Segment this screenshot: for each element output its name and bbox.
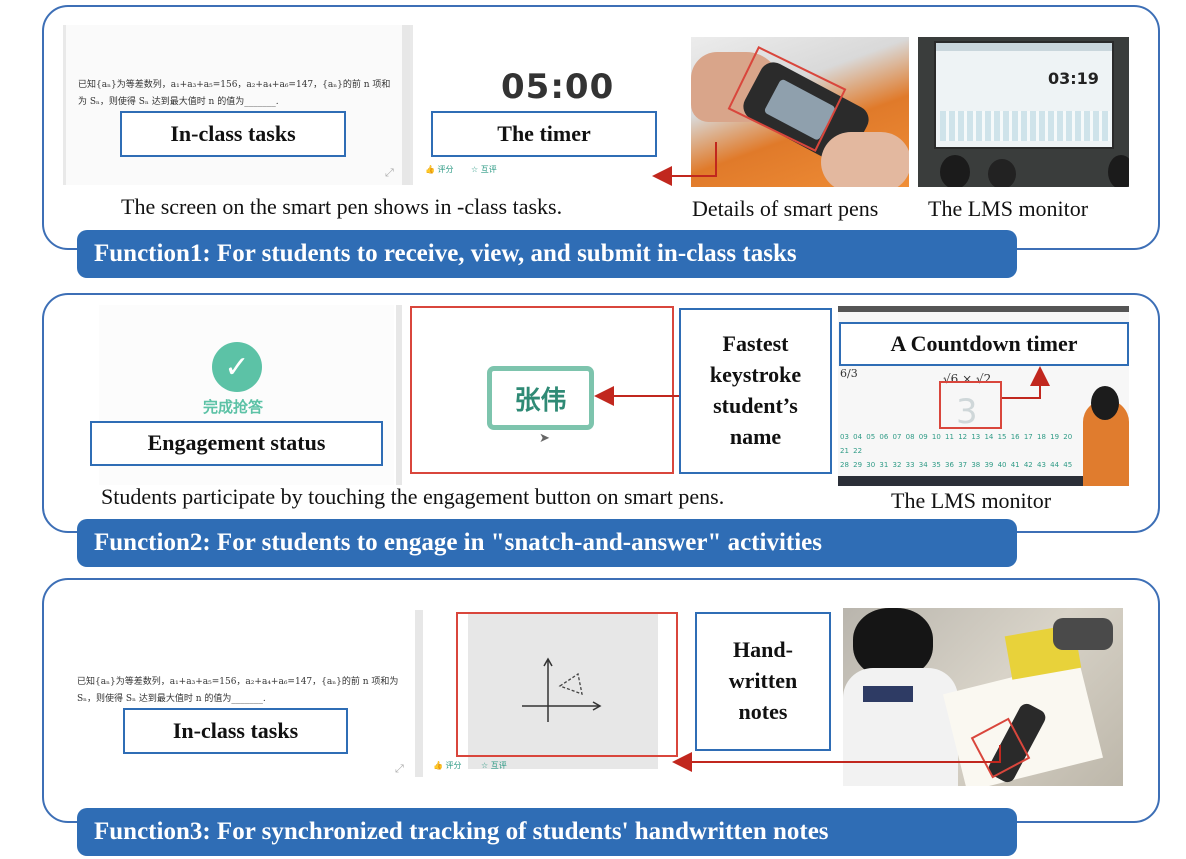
completed-status-text: 完成抢答 xyxy=(203,398,264,416)
caption-smart-pen-details: Details of smart pens xyxy=(692,196,879,221)
engagement-status-label: Engagement status xyxy=(90,421,383,466)
countdown-highlight xyxy=(939,381,1002,429)
fraction-text: 6/3 xyxy=(840,367,858,380)
monitor-grid xyxy=(940,111,1110,141)
function2-title-bar: Function2: For students to engage in "sn… xyxy=(77,519,1017,567)
screen-divider xyxy=(402,25,410,185)
in-class-tasks-label: In-class tasks xyxy=(120,111,346,157)
in-class-tasks-label-3: In-class tasks xyxy=(123,708,348,754)
rate-label-3: 评分 xyxy=(445,761,462,770)
caption-participate: Students participate by touching the eng… xyxy=(101,484,725,509)
student-name-card[interactable]: 张伟 xyxy=(487,366,594,430)
timer-value: 05:00 xyxy=(501,67,615,107)
timer-screen: 05:00 👍 评分 ☆ 互评 xyxy=(410,25,685,185)
caption-pen-screen: The screen on the smart pen shows in -cl… xyxy=(121,194,563,219)
teacher-figure xyxy=(1083,386,1129,486)
function1-title-bar: Function1: For students to receive, view… xyxy=(77,230,1017,278)
pencil-case xyxy=(1053,618,1113,650)
screen-divider-2 xyxy=(396,305,402,485)
peer-review-button[interactable]: ☆ 互评 xyxy=(471,164,497,175)
rate-button[interactable]: 👍 评分 xyxy=(425,164,454,175)
rate-button-3[interactable]: 👍 评分 xyxy=(433,760,462,771)
monitor-screen: 03:19 xyxy=(934,41,1114,149)
monitor-timer: 03:19 xyxy=(1048,69,1099,88)
task-question-text-3: 已知{aₙ}为等差数列，a₁+a₃+a₅=156，a₂+a₄+a₆=147，{a… xyxy=(77,677,399,705)
expand-icon-3: ⤢ xyxy=(395,762,404,775)
caption-lms-monitor-2: The LMS monitor xyxy=(891,488,1052,513)
notes-frame xyxy=(456,612,678,757)
countdown-timer-label: A Countdown timer xyxy=(839,322,1129,366)
check-circle-icon: ✓ xyxy=(212,342,262,392)
peer-review-label: 互评 xyxy=(480,165,497,174)
cursor-icon: ➤ xyxy=(539,431,550,446)
shirt-collar xyxy=(863,686,913,702)
peer-review-button-3[interactable]: ☆ 互评 xyxy=(481,760,507,771)
caption-lms-monitor-1: The LMS monitor xyxy=(928,196,1089,221)
expand-icon: ⤢ xyxy=(385,166,394,179)
timer-label: The timer xyxy=(431,111,657,157)
student-name: 张伟 xyxy=(514,385,567,416)
task-question-text: 已知{aₙ}为等差数列，a₁+a₃+a₅=156，a₂+a₄+a₆=147，{a… xyxy=(78,80,391,108)
handwritten-notes-label: Hand-written notes xyxy=(695,612,831,751)
lms-monitor-photo: 03:19 xyxy=(918,37,1129,187)
student-head-3 xyxy=(1108,155,1129,187)
function3-title-bar: Function3: For synchronized tracking of … xyxy=(77,808,1017,856)
student-head-1 xyxy=(940,155,970,187)
number-row-1: 03 04 05 06 07 08 09 10 11 12 13 14 15 1… xyxy=(840,433,1073,455)
screen-divider-3 xyxy=(415,610,423,777)
fastest-student-label: Fastest keystroke student’s name xyxy=(679,308,832,474)
rate-label: 评分 xyxy=(437,165,454,174)
peer-review-label-3: 互评 xyxy=(490,761,507,770)
student-head-2 xyxy=(988,159,1016,187)
hand-right xyxy=(821,132,909,187)
monitor-header xyxy=(936,43,1112,51)
smart-pen-task-screen: 已知{aₙ}为等差数列，a₁+a₃+a₅=156，a₂+a₄+a₆=147，{a… xyxy=(63,25,403,185)
teacher-head xyxy=(1091,386,1119,420)
